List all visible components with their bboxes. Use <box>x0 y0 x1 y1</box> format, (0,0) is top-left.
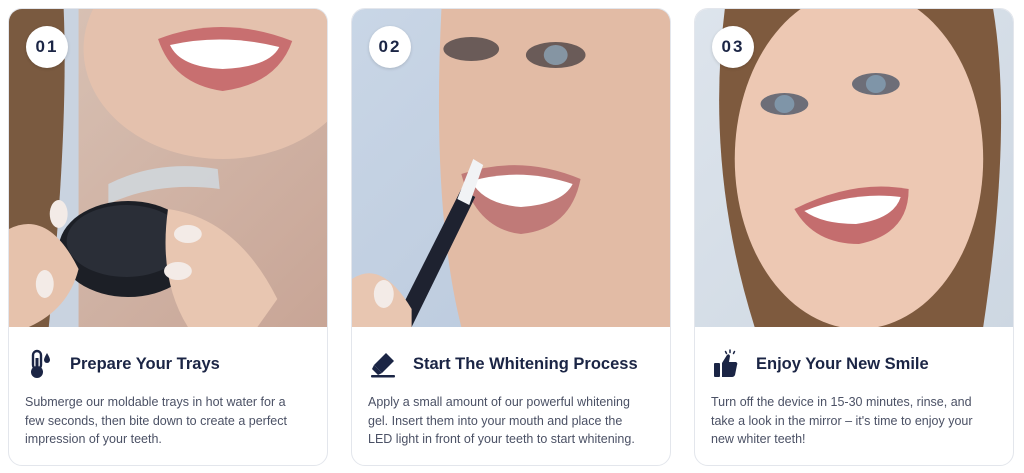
thumbs-up-icon <box>713 349 739 379</box>
step-card-2: 02 Start The Whitening Process Apply a s… <box>351 8 671 466</box>
step-title: Enjoy Your New Smile <box>756 354 929 373</box>
step-number-badge: 01 <box>26 26 68 68</box>
whitening-pen-icon <box>370 349 396 379</box>
thermometer-drop-icon <box>27 349 53 379</box>
step-title: Start The Whitening Process <box>413 354 638 373</box>
step-title-row: Enjoy Your New Smile <box>711 341 997 387</box>
step-body: Start The Whitening Process Apply a smal… <box>352 327 670 449</box>
step-description: Submerge our moldable trays in hot water… <box>25 395 287 446</box>
step-card-3: 03 Enjoy Your New Smile Turn off the dev… <box>694 8 1014 466</box>
step-card-1: 01 Prepare Your Trays Submerge our molda… <box>8 8 328 466</box>
step-title-row: Prepare Your Trays <box>25 341 311 387</box>
step-body: Enjoy Your New Smile Turn off the device… <box>695 327 1013 449</box>
step-title: Prepare Your Trays <box>70 354 220 373</box>
step-body: Prepare Your Trays Submerge our moldable… <box>9 327 327 449</box>
step-title-row: Start The Whitening Process <box>368 341 654 387</box>
step-number-badge: 02 <box>369 26 411 68</box>
step-description: Apply a small amount of our powerful whi… <box>368 395 635 446</box>
steps-section: 01 Prepare Your Trays Submerge our molda… <box>0 0 1024 473</box>
step-description: Turn off the device in 15-30 minutes, ri… <box>711 395 973 446</box>
step-number-badge: 03 <box>712 26 754 68</box>
